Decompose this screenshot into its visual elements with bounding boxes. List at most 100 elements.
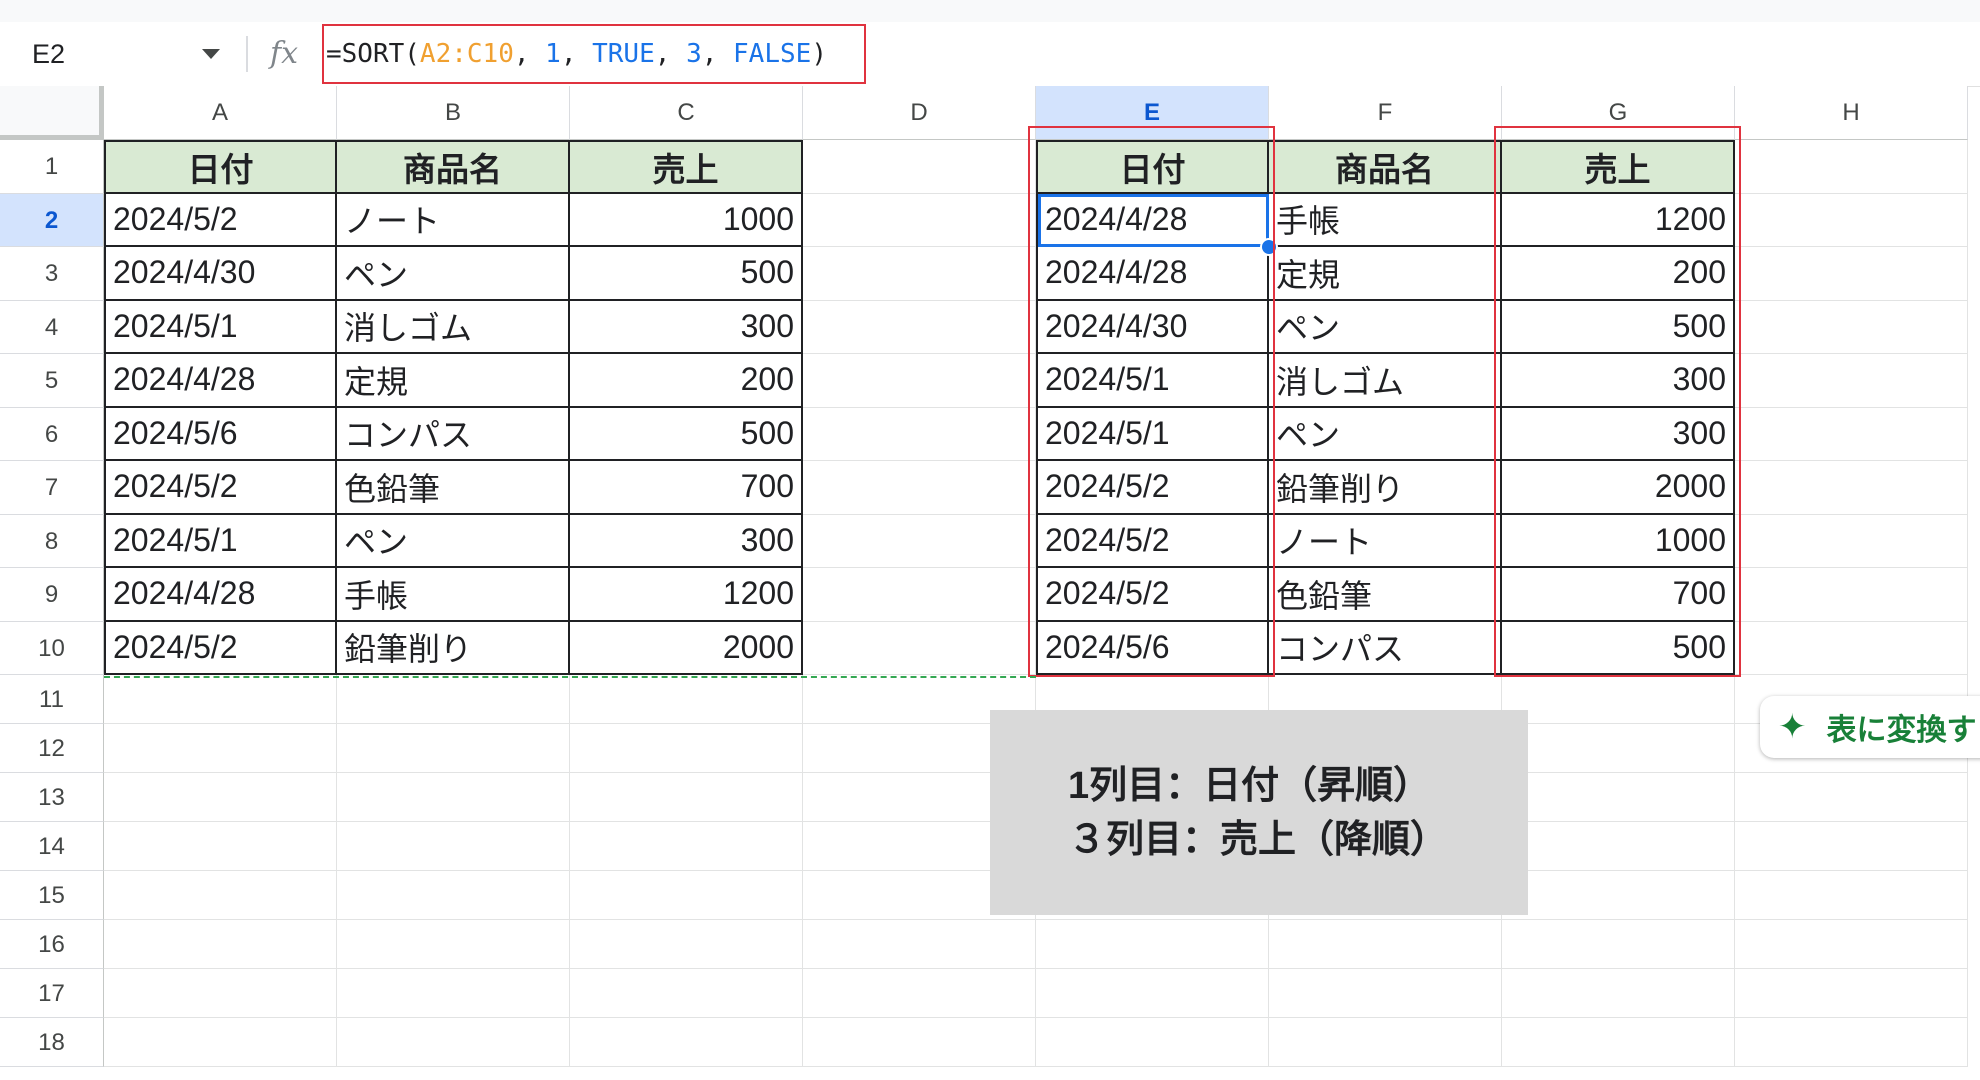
name-box[interactable]: E2: [0, 22, 242, 86]
sorted-table-header-cell[interactable]: 売上: [1502, 140, 1735, 194]
source-table-cell[interactable]: 300: [570, 514, 803, 568]
sorted-table-cell[interactable]: ノート: [1269, 514, 1502, 568]
grid-cell[interactable]: [1502, 920, 1735, 969]
source-table-cell[interactable]: 定規: [337, 354, 570, 408]
grid-cell[interactable]: [570, 1018, 803, 1067]
row-header-6[interactable]: 6: [0, 407, 104, 461]
grid-cell[interactable]: [803, 461, 1036, 515]
row-header-2[interactable]: 2: [0, 193, 104, 247]
sorted-table-cell[interactable]: 2024/5/1: [1036, 354, 1269, 408]
grid-cell[interactable]: [570, 724, 803, 773]
source-table-cell[interactable]: ペン: [337, 247, 570, 301]
select-all-corner[interactable]: [0, 86, 104, 140]
grid-cell[interactable]: [337, 969, 570, 1018]
sorted-table-cell[interactable]: 500: [1502, 621, 1735, 675]
grid-cell[interactable]: [1735, 354, 1968, 408]
source-table-cell[interactable]: 500: [570, 247, 803, 301]
sorted-table-cell[interactable]: 手帳: [1269, 193, 1502, 247]
row-header-12[interactable]: 12: [0, 724, 104, 773]
row-header-8[interactable]: 8: [0, 514, 104, 568]
grid-cell[interactable]: [1502, 1018, 1735, 1067]
source-table-header-cell[interactable]: 日付: [104, 140, 337, 194]
grid-cell[interactable]: [1502, 724, 1735, 773]
grid-cell[interactable]: [1735, 871, 1968, 920]
sorted-table-header-cell[interactable]: 日付: [1036, 140, 1269, 194]
sorted-table-cell[interactable]: 2024/5/2: [1036, 568, 1269, 622]
grid-cell[interactable]: [803, 247, 1036, 301]
source-table-cell[interactable]: 1000: [570, 193, 803, 247]
row-header-16[interactable]: 16: [0, 920, 104, 969]
grid-cell[interactable]: [1269, 920, 1502, 969]
source-table-cell[interactable]: 2024/4/28: [104, 354, 337, 408]
grid-cell[interactable]: [1036, 969, 1269, 1018]
sorted-table-cell[interactable]: 2024/5/2: [1036, 461, 1269, 515]
sorted-table-header-cell[interactable]: 商品名: [1269, 140, 1502, 194]
sorted-table-cell[interactable]: 300: [1502, 407, 1735, 461]
grid-cell[interactable]: [104, 871, 337, 920]
row-header-17[interactable]: 17: [0, 969, 104, 1018]
sorted-table-cell[interactable]: ペン: [1269, 407, 1502, 461]
grid-cell[interactable]: [1735, 969, 1968, 1018]
source-table-header-cell[interactable]: 商品名: [337, 140, 570, 194]
grid-cell[interactable]: [1735, 920, 1968, 969]
row-header-3[interactable]: 3: [0, 247, 104, 301]
grid-cell[interactable]: [803, 969, 1036, 1018]
column-header-a[interactable]: A: [104, 86, 337, 140]
grid-cell[interactable]: [104, 724, 337, 773]
grid-cell[interactable]: [1502, 675, 1735, 724]
source-table-cell[interactable]: 1200: [570, 568, 803, 622]
source-table-cell[interactable]: 500: [570, 407, 803, 461]
source-table-cell[interactable]: 2024/5/2: [104, 621, 337, 675]
source-table-cell[interactable]: ノート: [337, 193, 570, 247]
grid-cell[interactable]: [1735, 300, 1968, 354]
sorted-table-cell[interactable]: 鉛筆削り: [1269, 461, 1502, 515]
grid-cell[interactable]: [104, 675, 337, 724]
grid-cell[interactable]: [1735, 140, 1968, 194]
source-table-cell[interactable]: 2024/4/30: [104, 247, 337, 301]
row-header-4[interactable]: 4: [0, 300, 104, 354]
sorted-table-cell[interactable]: 300: [1502, 354, 1735, 408]
sorted-table-cell[interactable]: 200: [1502, 247, 1735, 301]
sorted-table-cell[interactable]: 700: [1502, 568, 1735, 622]
grid-cell[interactable]: [803, 140, 1036, 194]
fill-handle[interactable]: [1260, 238, 1278, 256]
grid-cell[interactable]: [1735, 1018, 1968, 1067]
sorted-table-cell[interactable]: コンパス: [1269, 621, 1502, 675]
sorted-table-cell[interactable]: 2024/5/2: [1036, 514, 1269, 568]
grid-cell[interactable]: [1036, 1018, 1269, 1067]
grid-cell[interactable]: [337, 724, 570, 773]
sorted-table-cell[interactable]: 2024/4/30: [1036, 300, 1269, 354]
grid-cell[interactable]: [570, 920, 803, 969]
grid-cell[interactable]: [570, 871, 803, 920]
grid-cell[interactable]: [104, 822, 337, 871]
grid-cell[interactable]: [803, 621, 1036, 675]
column-header-f[interactable]: F: [1269, 86, 1502, 140]
grid-cell[interactable]: [803, 407, 1036, 461]
grid-cell[interactable]: [337, 675, 570, 724]
source-table-cell[interactable]: 消しゴム: [337, 300, 570, 354]
sorted-table-cell[interactable]: 2024/4/28: [1036, 247, 1269, 301]
row-header-7[interactable]: 7: [0, 461, 104, 515]
source-table-cell[interactable]: 2024/4/28: [104, 568, 337, 622]
source-table-cell[interactable]: コンパス: [337, 407, 570, 461]
row-header-14[interactable]: 14: [0, 822, 104, 871]
sorted-table-cell[interactable]: 500: [1502, 300, 1735, 354]
sorted-table-cell[interactable]: 2024/5/6: [1036, 621, 1269, 675]
grid-cell[interactable]: [803, 354, 1036, 408]
source-table-cell[interactable]: 手帳: [337, 568, 570, 622]
grid-cell[interactable]: [1735, 407, 1968, 461]
grid-cell[interactable]: [337, 773, 570, 822]
sorted-table-cell[interactable]: 色鉛筆: [1269, 568, 1502, 622]
grid-cell[interactable]: [1269, 1018, 1502, 1067]
formula-input[interactable]: =SORT(A2:C10, 1, TRUE, 3, FALSE): [326, 22, 827, 86]
source-table-cell[interactable]: ペン: [337, 514, 570, 568]
grid-cell[interactable]: [104, 969, 337, 1018]
grid-cell[interactable]: [1735, 514, 1968, 568]
source-table-cell[interactable]: 2000: [570, 621, 803, 675]
source-table-cell[interactable]: 2024/5/2: [104, 461, 337, 515]
grid-cell[interactable]: [1502, 773, 1735, 822]
grid-cell[interactable]: [1735, 773, 1968, 822]
sorted-table-cell[interactable]: 2000: [1502, 461, 1735, 515]
dropdown-arrow-icon[interactable]: [202, 49, 220, 59]
grid-cell[interactable]: [803, 920, 1036, 969]
